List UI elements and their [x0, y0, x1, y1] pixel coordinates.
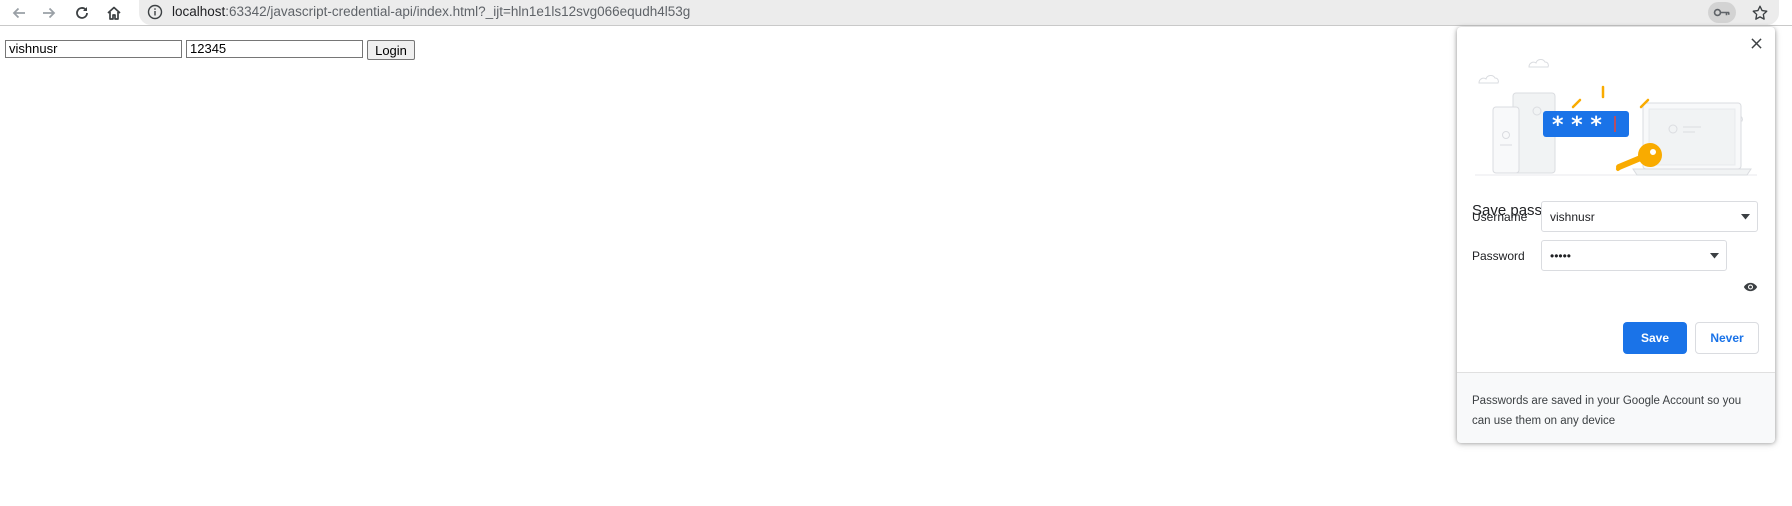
home-button[interactable] — [101, 0, 127, 25]
username-select[interactable]: vishnusr — [1541, 201, 1758, 232]
chevron-down-icon — [1710, 253, 1719, 259]
star-icon — [1752, 5, 1768, 20]
url-path: :63342/javascript-credential-api/index.h… — [225, 4, 691, 19]
login-button[interactable]: Login — [367, 40, 415, 60]
password-key-button[interactable] — [1708, 2, 1736, 23]
username-label: Username — [1472, 210, 1528, 224]
save-password-bubble: * * * Save password? Username vishnusr P… — [1457, 27, 1775, 443]
show-password-button[interactable] — [1741, 280, 1759, 294]
home-icon — [107, 6, 121, 20]
key-icon — [1713, 8, 1730, 17]
password-select[interactable]: ••••• — [1541, 240, 1727, 271]
browser-toolbar: localhost:63342/javascript-credential-ap… — [0, 0, 1792, 26]
reload-button[interactable] — [69, 0, 95, 25]
footer-text: Passwords are saved in your Google Accou… — [1472, 395, 1742, 427]
info-icon[interactable] — [147, 4, 163, 20]
address-bar[interactable]: localhost:63342/javascript-credential-ap… — [139, 0, 1779, 25]
eye-icon — [1743, 282, 1757, 292]
password-select-value: ••••• — [1550, 249, 1572, 263]
username-input[interactable]: vishnusr — [5, 40, 182, 58]
bubble-footer: Passwords are saved in your Google Accou… — [1457, 372, 1775, 443]
forward-button[interactable] — [36, 0, 62, 25]
svg-text:* * *: * * * — [1552, 113, 1602, 138]
back-button[interactable] — [6, 0, 32, 25]
url-host: localhost — [172, 4, 226, 19]
username-select-value: vishnusr — [1550, 210, 1595, 224]
never-button[interactable]: Never — [1695, 322, 1759, 354]
bookmark-button[interactable] — [1750, 3, 1770, 23]
password-illustration: * * * — [1475, 59, 1757, 176]
reload-icon — [76, 6, 88, 19]
password-input[interactable]: 12345 — [186, 40, 363, 58]
password-label: Password — [1472, 249, 1525, 263]
chevron-down-icon — [1741, 214, 1750, 220]
arrow-left-icon — [12, 7, 25, 18]
arrow-right-icon — [43, 7, 56, 18]
url-text: localhost:63342/javascript-credential-ap… — [172, 4, 690, 19]
save-button[interactable]: Save — [1623, 322, 1687, 354]
